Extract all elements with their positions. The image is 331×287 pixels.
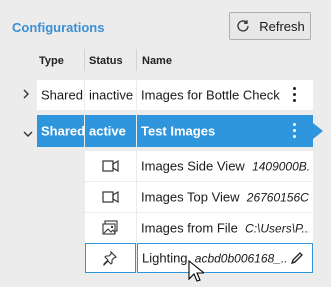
source-detail: C:\Users\P...	[245, 221, 309, 236]
type-cell: Shared	[37, 80, 84, 110]
icon-cell	[85, 243, 136, 273]
source-name: Images Top View	[141, 189, 240, 205]
status-cell: inactive	[85, 80, 136, 110]
table-row-selected[interactable]: Shared active Test Images	[0, 115, 331, 147]
chevron-right-icon[interactable]	[22, 87, 30, 103]
camera-icon	[102, 159, 119, 173]
column-header-name[interactable]: Name	[142, 55, 172, 67]
chevron-down-icon[interactable]	[22, 125, 34, 141]
panel-title: Configurations	[12, 20, 105, 35]
source-name: Images from File	[141, 220, 238, 236]
name-cell: Lighting acbd0b006168_...	[137, 243, 313, 273]
name-cell: Images from File C:\Users\P...	[137, 213, 313, 243]
child-row-hover[interactable]: Lighting acbd0b006168_...	[0, 243, 331, 273]
source-name: Images Side View	[141, 158, 245, 174]
refresh-button[interactable]: Refresh	[229, 12, 311, 40]
child-row[interactable]: Images from File C:\Users\P...	[0, 213, 331, 243]
source-detail: 1409000B...	[252, 159, 309, 174]
selection-arrow	[313, 123, 323, 139]
icon-cell	[85, 151, 136, 181]
name-cell: Images for Bottle Check	[137, 80, 313, 110]
edit-pencil-icon[interactable]	[290, 251, 304, 265]
mouse-cursor-icon	[188, 260, 204, 282]
column-header-status[interactable]: Status	[89, 55, 123, 67]
column-header-type[interactable]: Type	[39, 55, 64, 67]
more-options-icon[interactable]	[293, 87, 297, 103]
more-options-icon[interactable]	[293, 123, 297, 139]
camera-icon	[102, 190, 119, 204]
child-row[interactable]: Images Top View 26760156C...	[0, 182, 331, 212]
source-detail: acbd0b006168_...	[194, 251, 288, 266]
status-cell: active	[85, 115, 136, 147]
table-row[interactable]: Shared inactive Images for Bottle Check	[0, 80, 331, 110]
icon-cell	[85, 182, 136, 212]
name-cell: Images Top View 26760156C...	[137, 182, 313, 212]
name-cell: Images Side View 1409000B...	[137, 151, 313, 181]
grid-header: Type Status Name	[0, 49, 331, 71]
refresh-icon	[237, 20, 249, 32]
child-row[interactable]: Images Side View 1409000B...	[0, 151, 331, 181]
type-cell: Shared	[37, 115, 85, 147]
refresh-label: Refresh	[259, 18, 305, 34]
source-detail: 26760156C...	[246, 190, 309, 205]
icon-cell	[85, 213, 136, 243]
source-name: Lighting	[142, 250, 188, 266]
name-cell: Test Images	[137, 115, 313, 147]
image-file-icon	[102, 220, 118, 235]
pin-icon[interactable]	[102, 250, 118, 266]
